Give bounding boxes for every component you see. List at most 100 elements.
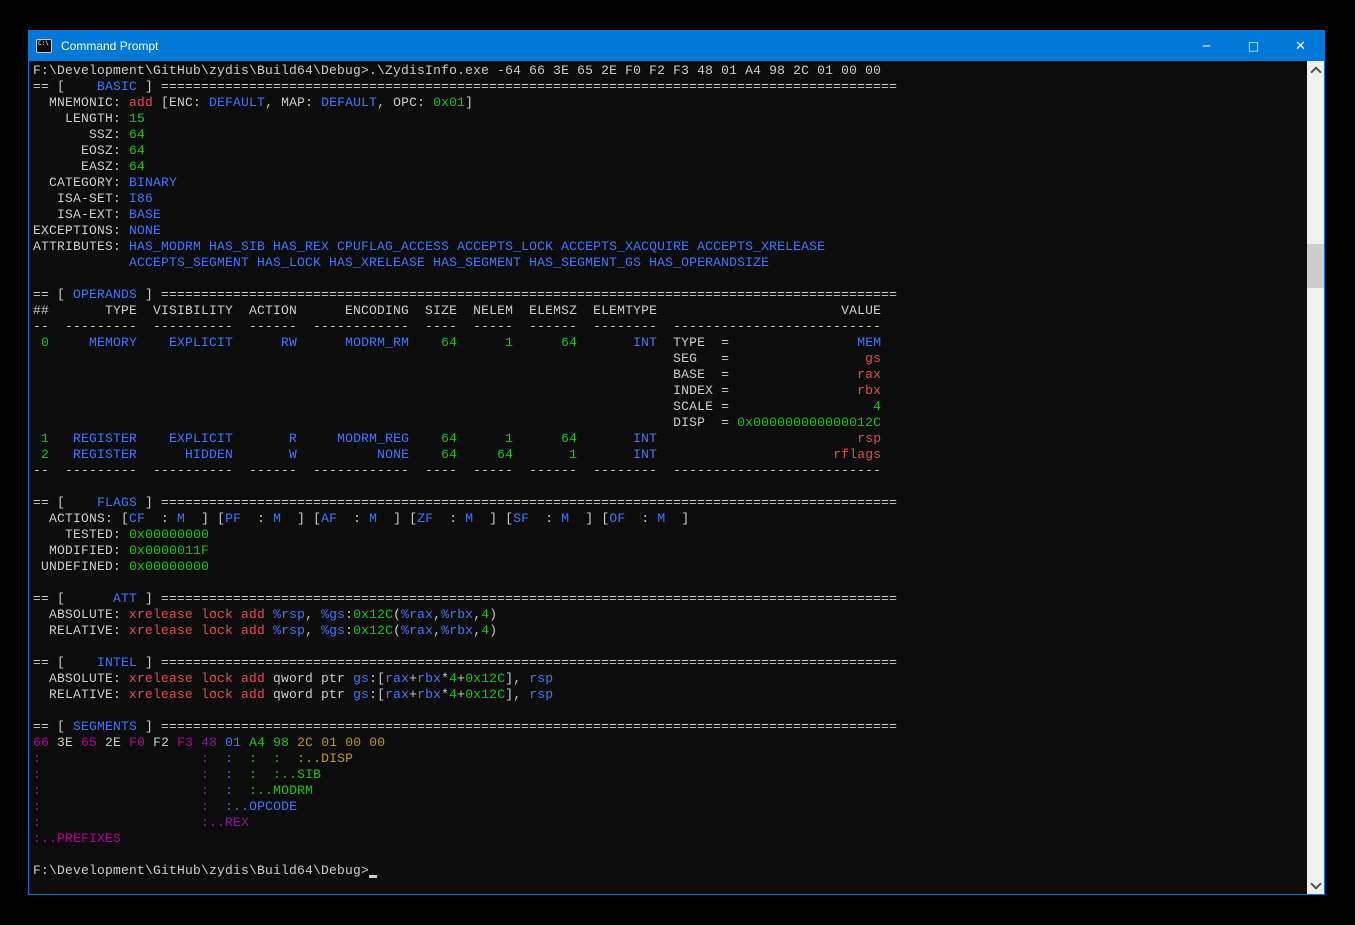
terminal-text-segment: ========================================… [161,287,897,302]
terminal-text-segment: F3 [169,735,193,750]
terminal-text-segment: == [ [33,287,73,302]
terminal-text-segment: rsp [529,687,553,702]
terminal-text-segment: F2 [145,735,169,750]
maximize-icon: □ [1248,39,1259,53]
terminal-text-segment: + [457,671,465,686]
terminal-line: SSZ: 64 [33,127,1307,143]
terminal-text-segment: 0x12C [353,607,393,622]
terminal-text-segment [257,751,273,766]
terminal-text-segment: INT [577,431,657,446]
terminal-text-segment: 4 [873,399,881,414]
scrollbar[interactable] [1307,61,1324,894]
terminal-text-segment: , MAP: [265,95,321,110]
terminal-text-segment: NONE [129,223,161,238]
terminal-text-segment [265,623,273,638]
terminal-text-segment: * [441,671,449,686]
terminal-text-segment: 4 [449,687,457,702]
titlebar[interactable]: C:\ Command Prompt ─ □ ✕ [29,31,1324,61]
terminal-text-segment: ========================================… [161,79,897,94]
terminal-output: F:\Development\GitHub\zydis\Build64\Debu… [29,61,1307,894]
terminal-text-segment: :..REX [201,815,249,830]
terminal-text-segment: : [201,751,209,766]
terminal-line: == [ BASIC ] ===========================… [33,79,1307,95]
terminal-text-segment: ] [137,79,161,94]
terminal-line: == [ OPERANDS ] ========================… [33,287,1307,303]
terminal-text-segment: 2C [289,735,313,750]
terminal-text-segment: 2 [33,447,49,462]
maximize-button[interactable]: □ [1230,31,1277,61]
terminal-text-segment [729,335,857,350]
terminal-text-segment: :..DISP [297,751,353,766]
terminal-text-segment: 1 [457,431,513,446]
terminal-text-segment: :[ [369,687,385,702]
terminal-text-segment [41,767,201,782]
terminal-text-segment: %gs [321,623,345,638]
terminal-line: 0 MEMORY EXPLICIT RW MODRM_RM 64 1 64 IN… [33,335,1307,351]
terminal-text-segment: MODIFIED: [33,543,129,558]
terminal-text-segment: INDEX = [673,383,729,398]
terminal-text-segment: LENGTH: [33,111,129,126]
terminal-text-segment: DEFAULT [209,95,265,110]
terminal-text-segment: , OPC: [377,95,433,110]
terminal-text-segment: -------------------------- [673,463,881,478]
terminal-text-segment: ) [489,623,497,638]
close-icon: ✕ [1295,39,1306,54]
terminal-text-segment: == [ [33,591,113,606]
scroll-up-button[interactable] [1307,61,1324,78]
terminal-text-segment: == [ [33,495,97,510]
terminal-text-segment: MNEMONIC: [33,95,129,110]
terminal-text-segment: %rsp [273,607,305,622]
terminal-line: -- --------- ---------- ------ ---------… [33,463,1307,479]
terminal-text-segment: ========================================… [161,591,897,606]
terminal-text-segment [233,783,249,798]
terminal-text-segment: rax [857,367,881,382]
terminal-text-segment: : [201,783,209,798]
close-button[interactable]: ✕ [1277,31,1324,61]
terminal-text-segment: : [33,799,41,814]
terminal-text-segment: W [233,447,297,462]
terminal-text-segment: RW [233,335,297,350]
terminal-text-segment: : [145,511,177,526]
minimize-button[interactable]: ─ [1183,31,1230,61]
terminal-text-segment: : [33,751,41,766]
terminal-line: INDEX = rbx [33,383,1307,399]
terminal-line: : : : : :..SIB [33,767,1307,783]
terminal-text-segment [33,415,673,430]
terminal-line: ACTIONS: [CF : M ] [PF : M ] [AF : M ] [… [33,511,1307,527]
terminal-text-segment: 3E [49,735,73,750]
terminal-text-segment: SCALE = [673,399,729,414]
terminal-text-segment: ATT [113,591,137,606]
terminal-line [33,575,1307,591]
terminal-text-segment: 1 [457,335,513,350]
terminal-line: TESTED: 0x00000000 [33,527,1307,543]
terminal-text-segment: 64 [409,431,457,446]
terminal-text-segment: F0 [121,735,145,750]
scrollbar-thumb[interactable] [1307,244,1324,288]
terminal-text-segment: EXCEPTIONS: [33,223,129,238]
terminal-text-segment: 00 [337,735,361,750]
terminal-text-segment: : [249,751,257,766]
terminal-text-segment: ], [505,687,529,702]
terminal-text-segment: ] [ [185,511,225,526]
terminal-text-segment: AF [321,511,337,526]
terminal-text-segment: 1 [33,431,49,446]
scroll-down-button[interactable] [1307,877,1324,894]
terminal-line: == [ INTEL ] ===========================… [33,655,1307,671]
terminal-text-segment: : [33,767,41,782]
terminal-text-segment: 64 [457,447,513,462]
terminal-text-segment: gs [353,687,369,702]
console-area[interactable]: F:\Development\GitHub\zydis\Build64\Debu… [29,61,1324,894]
terminal-line: -- --------- ---------- ------ ---------… [33,319,1307,335]
terminal-text-segment: rsp [857,431,881,446]
terminal-text-segment: %rbx [441,607,473,622]
terminal-text-segment: 0x000000000000012C [737,415,881,430]
terminal-text-segment: OPERANDS [73,287,137,302]
terminal-text-segment: 65 [73,735,97,750]
terminal-text-segment: FLAGS [97,495,137,510]
terminal-text-segment: -------------------------- [673,319,881,334]
terminal-text-segment: BASE [129,207,161,222]
terminal-text-segment [729,383,857,398]
terminal-text-segment: : [225,767,233,782]
terminal-line: 66 3E 65 2E F0 F2 F3 48 01 A4 98 2C 01 0… [33,735,1307,751]
terminal-text-segment [729,399,873,414]
